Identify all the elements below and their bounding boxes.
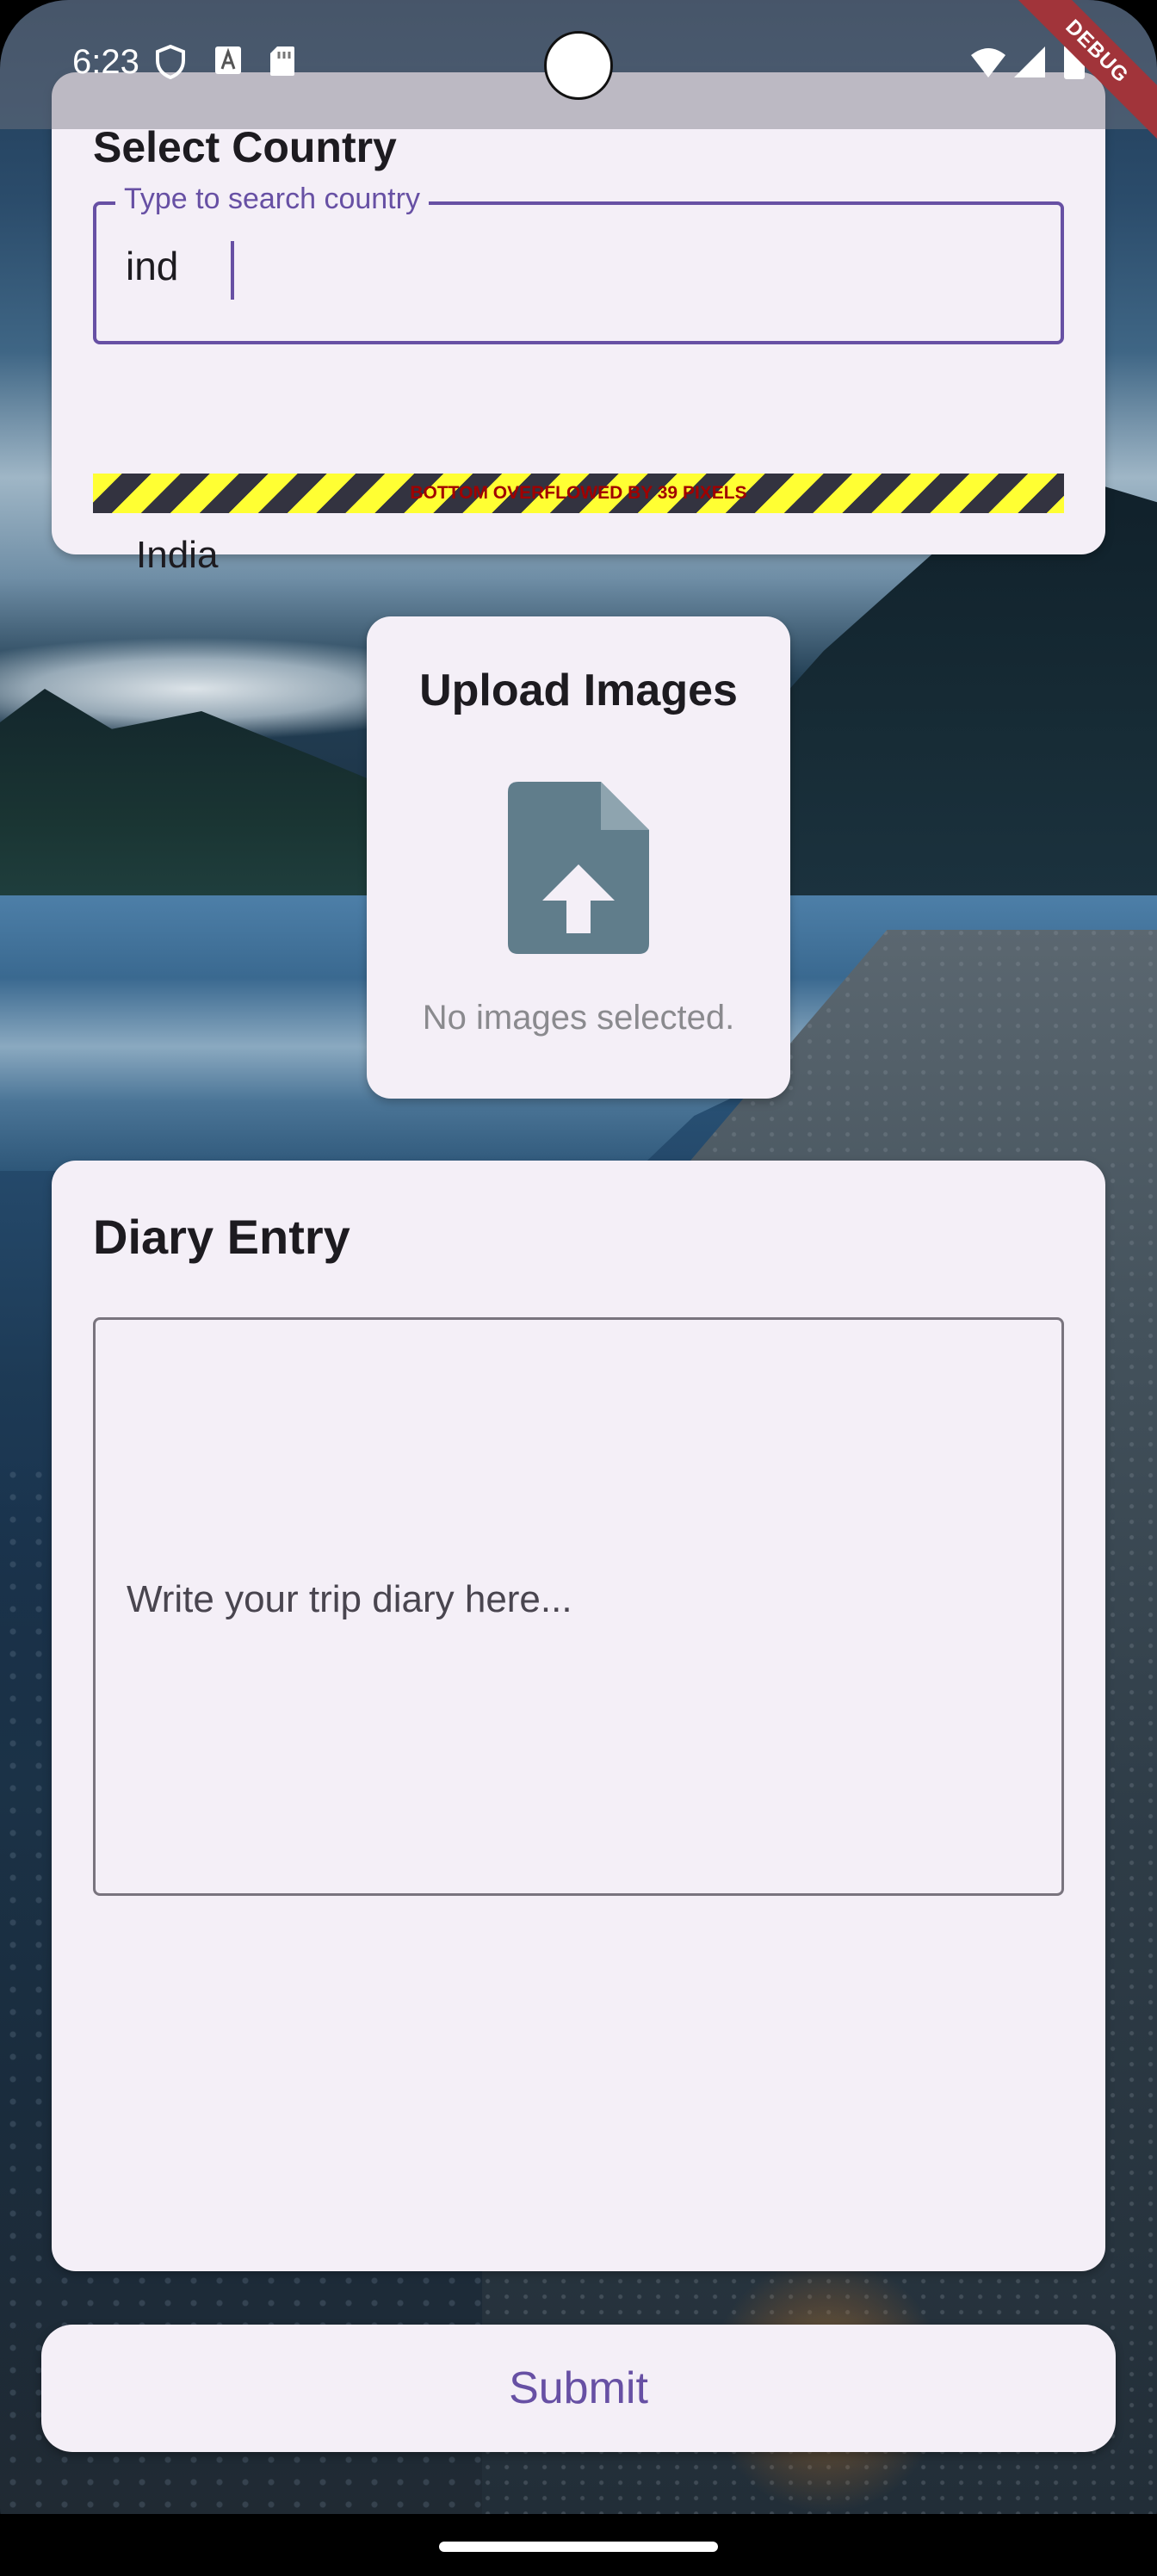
camera-cutout: [544, 31, 613, 100]
country-suggestion-item[interactable]: India: [136, 534, 218, 577]
submit-button[interactable]: Submit: [41, 2325, 1116, 2452]
diary-entry-title: Diary Entry: [93, 1210, 350, 1264]
upload-images-title: Upload Images: [419, 666, 738, 715]
diary-entry-card: Diary Entry Write your trip diary here..…: [52, 1161, 1105, 2271]
country-search-label: Type to search country: [115, 183, 429, 216]
app-screen: Select Country Type to search country in…: [0, 0, 1157, 2576]
select-country-card: Select Country Type to search country in…: [52, 72, 1105, 554]
status-bar: 6:23: [0, 0, 1157, 129]
font-icon: [215, 46, 241, 74]
select-country-title: Select Country: [93, 123, 397, 171]
country-search-value[interactable]: ind: [126, 243, 178, 289]
overflow-warning-text: BOTTOM OVERFLOWED BY 39 PIXELS: [410, 483, 747, 503]
country-search-input[interactable]: Type to search country ind: [93, 183, 1064, 344]
status-time: 6:23: [72, 43, 139, 81]
upload-images-card[interactable]: Upload Images No images selected.: [367, 616, 790, 1099]
shield-icon: [156, 45, 185, 79]
text-cursor: [231, 241, 234, 300]
file-upload-icon[interactable]: [508, 782, 649, 954]
overflow-warning-stripe: BOTTOM OVERFLOWED BY 39 PIXELS: [93, 474, 1064, 513]
signal-icon: [1014, 46, 1045, 77]
sd-card-icon: [270, 46, 294, 76]
wifi-icon: [971, 48, 1005, 77]
diary-placeholder: Write your trip diary here...: [127, 1578, 572, 1620]
gesture-handle[interactable]: [439, 2542, 718, 2552]
diary-textarea[interactable]: Write your trip diary here...: [93, 1317, 1064, 1896]
upload-status-text: No images selected.: [422, 999, 735, 1037]
